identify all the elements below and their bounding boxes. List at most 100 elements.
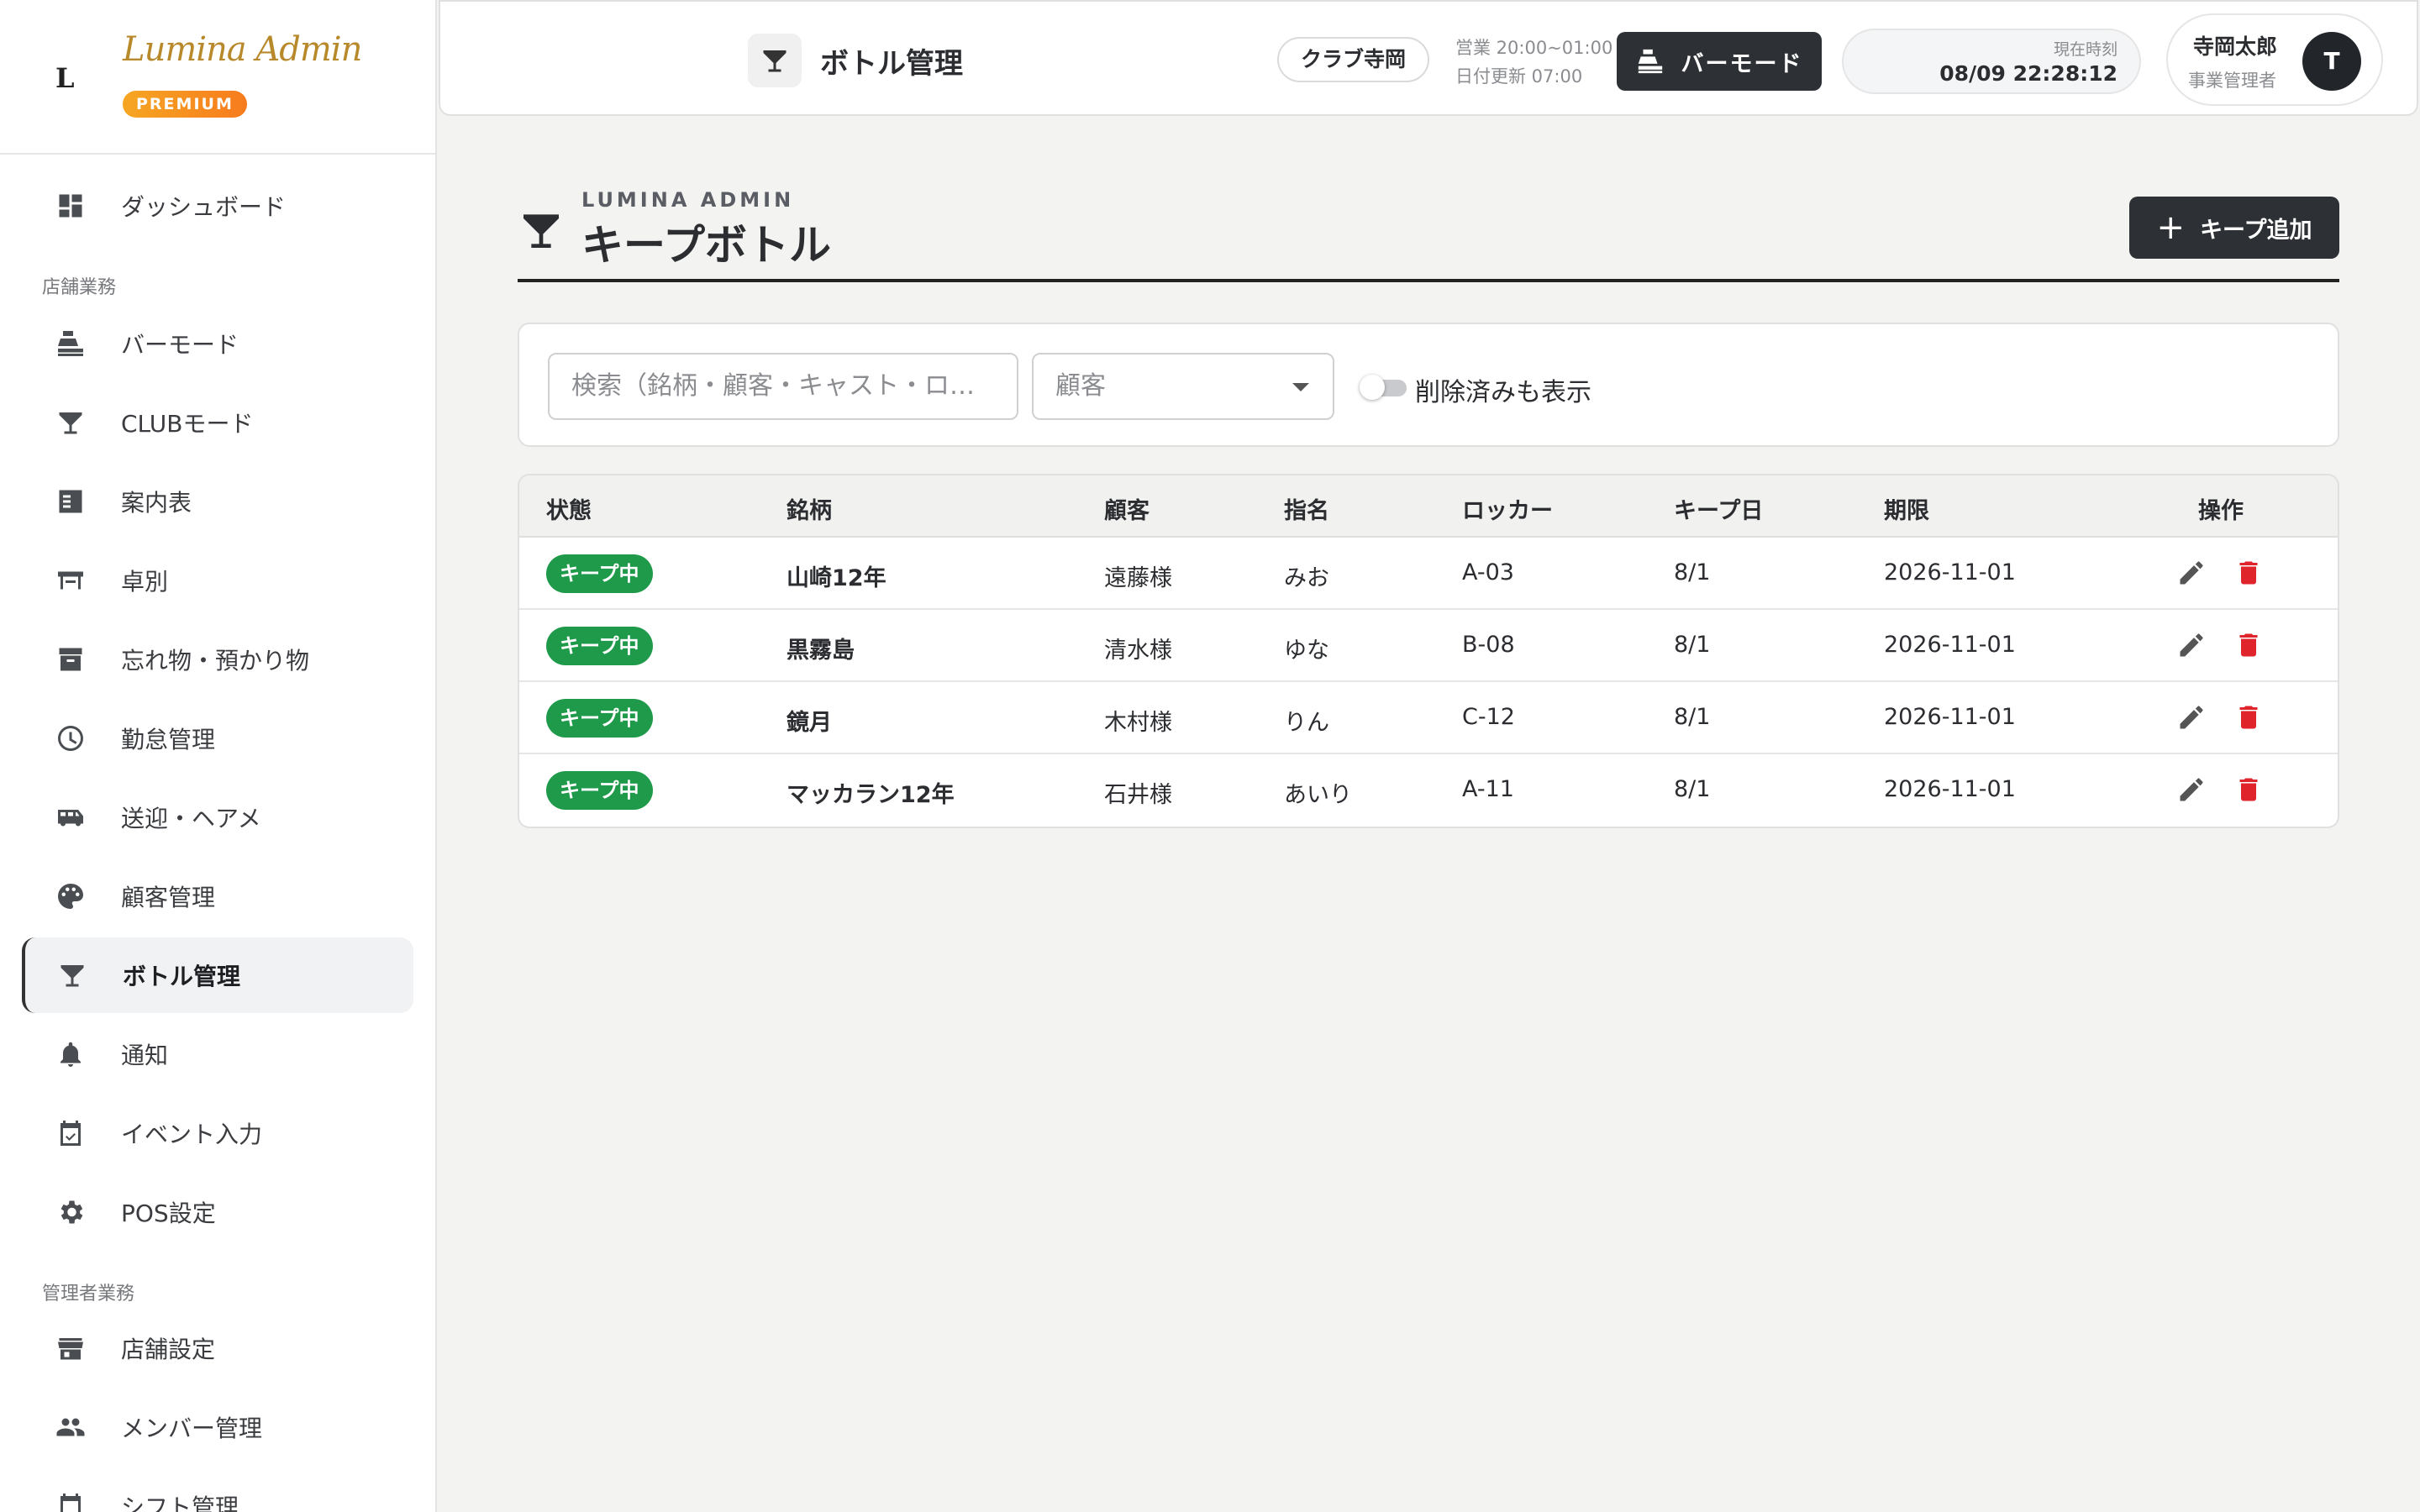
sidebar-item-attendance[interactable]: 勤怠管理 bbox=[24, 701, 415, 776]
sidebar-item-bottles[interactable]: ボトル管理 bbox=[22, 937, 413, 1013]
sidebar-item-label: ダッシュボード bbox=[121, 193, 287, 221]
header-title: ボトル管理 bbox=[820, 47, 963, 81]
calendar-check-icon bbox=[54, 1116, 87, 1150]
show-deleted-label: 削除済みも表示 bbox=[1415, 378, 1591, 407]
sidebar-item-label: 勤怠管理 bbox=[121, 726, 216, 753]
sidebar-item-pos-settings[interactable]: POS設定 bbox=[24, 1174, 415, 1250]
trash-icon[interactable] bbox=[2233, 702, 2267, 736]
col-locker: ロッカー bbox=[1462, 498, 1553, 524]
sidebar-item-lost-found[interactable]: 忘れ物・預かり物 bbox=[24, 622, 415, 697]
col-expiry: 期限 bbox=[1884, 498, 1929, 524]
sidebar-item-members[interactable]: メンバー管理 bbox=[24, 1389, 415, 1465]
customer-select[interactable]: 顧客 bbox=[1032, 353, 1334, 420]
edit-icon[interactable] bbox=[2176, 702, 2210, 736]
cash-register-icon bbox=[1638, 49, 1662, 74]
cell-brand: 山崎12年 bbox=[786, 565, 886, 591]
user-menu[interactable]: 寺岡太郎 事業管理者 T bbox=[2166, 13, 2383, 106]
sidebar-item-store-settings[interactable]: 店舗設定 bbox=[24, 1310, 415, 1386]
edit-icon[interactable] bbox=[2176, 558, 2210, 591]
sidebar-item-notifications[interactable]: 通知 bbox=[24, 1016, 415, 1092]
cell-cast: りん bbox=[1284, 710, 1329, 736]
cell-brand: 鏡月 bbox=[786, 710, 832, 736]
user-role: 事業管理者 bbox=[2188, 71, 2276, 91]
hours-text: 営業 20:00~01:00 bbox=[1455, 38, 1613, 58]
page-title: キープボトル bbox=[581, 221, 831, 270]
calendar-icon bbox=[54, 1489, 87, 1512]
sidebar-item-label: CLUBモード bbox=[121, 410, 254, 438]
search-input[interactable]: 検索（銘柄・顧客・キャスト・ロ… bbox=[548, 353, 1018, 420]
cell-locker: B-08 bbox=[1462, 632, 1515, 658]
premium-badge: PREMIUM bbox=[123, 91, 247, 118]
bell-icon bbox=[54, 1037, 87, 1071]
cocktail-glass-icon bbox=[518, 207, 565, 254]
sidebar-item-label: 店舗設定 bbox=[121, 1336, 216, 1363]
trash-icon[interactable] bbox=[2233, 558, 2267, 591]
table-row: キープ中 マッカラン12年 石井様 あいり A-11 8/1 2026-11-0… bbox=[519, 754, 2338, 827]
sidebar-item-label: 忘れ物・預かり物 bbox=[121, 647, 310, 675]
trash-icon[interactable] bbox=[2233, 630, 2267, 664]
user-name: 寺岡太郎 bbox=[2193, 34, 2278, 59]
col-customer: 顧客 bbox=[1104, 498, 1150, 524]
clock-icon bbox=[54, 722, 87, 755]
sidebar-item-transport[interactable]: 送迎・ヘアメ bbox=[24, 780, 415, 855]
cell-customer: 石井様 bbox=[1104, 782, 1172, 808]
cash-register-icon bbox=[54, 327, 87, 360]
table-icon bbox=[54, 564, 87, 597]
sidebar-item-label: ボトル管理 bbox=[123, 963, 241, 990]
dashboard-icon bbox=[54, 189, 87, 223]
sidebar-item-club-mode[interactable]: CLUBモード bbox=[24, 385, 415, 460]
col-cast: 指名 bbox=[1284, 498, 1329, 524]
bus-icon bbox=[54, 801, 87, 834]
add-keep-button[interactable]: + キープ追加 bbox=[2129, 197, 2339, 259]
page-kicker: LUMINA ADMIN bbox=[581, 188, 795, 212]
col-brand: 銘柄 bbox=[786, 498, 832, 524]
store-icon bbox=[54, 1331, 87, 1365]
table-row: キープ中 鏡月 木村様 りん C-12 8/1 2026-11-01 bbox=[519, 682, 2338, 754]
col-keep-date: キープ日 bbox=[1674, 498, 1764, 524]
cell-locker: A-03 bbox=[1462, 559, 1514, 585]
cell-locker: C-12 bbox=[1462, 704, 1515, 730]
sidebar-item-dashboard[interactable]: ダッシュボード bbox=[24, 168, 415, 244]
date-change-text: 日付更新 07:00 bbox=[1455, 66, 1583, 87]
sidebar-item-label: 顧客管理 bbox=[121, 884, 216, 911]
sidebar-item-customers[interactable]: 顧客管理 bbox=[24, 858, 415, 934]
cell-cast: みお bbox=[1284, 565, 1329, 591]
store-selector[interactable]: クラブ寺岡 bbox=[1277, 37, 1430, 82]
cell-brand: マッカラン12年 bbox=[786, 782, 955, 808]
table-header: 状態 銘柄 顧客 指名 ロッカー キープ日 期限 操作 bbox=[519, 475, 2338, 538]
edit-icon[interactable] bbox=[2176, 630, 2210, 664]
table-row: キープ中 山崎12年 遠藤様 みお A-03 8/1 2026-11-01 bbox=[519, 538, 2338, 610]
cell-cast: ゆな bbox=[1284, 638, 1329, 664]
cell-keep-date: 8/1 bbox=[1674, 632, 1711, 658]
cell-customer: 清水様 bbox=[1104, 638, 1172, 664]
sidebar: L Lumina Admin PREMIUM ダッシュボード 店舗業務 バーモー… bbox=[0, 0, 437, 1512]
business-hours: 営業 20:00~01:00 日付更新 07:00 bbox=[1455, 34, 1612, 91]
cell-cast: あいり bbox=[1284, 782, 1352, 808]
trash-icon[interactable] bbox=[2233, 774, 2267, 808]
bar-mode-button[interactable]: バーモード bbox=[1617, 32, 1822, 91]
table-row: キープ中 黒霧島 清水様 ゆな B-08 8/1 2026-11-01 bbox=[519, 610, 2338, 682]
sidebar-item-bar-mode[interactable]: バーモード bbox=[24, 306, 415, 381]
cocktail-glass-icon bbox=[748, 34, 802, 87]
sidebar-item-by-table[interactable]: 卓別 bbox=[24, 543, 415, 618]
sidebar-item-guide-sheet[interactable]: 案内表 bbox=[24, 464, 415, 539]
cell-keep-date: 8/1 bbox=[1674, 776, 1711, 802]
sidebar-item-label: シフト管理 bbox=[121, 1494, 239, 1512]
nav-section-admin: 管理者業務 bbox=[42, 1284, 135, 1305]
gear-icon bbox=[54, 1195, 87, 1229]
cocktail-glass-icon bbox=[55, 958, 89, 992]
col-actions: 操作 bbox=[2198, 498, 2244, 524]
sidebar-item-shifts[interactable]: シフト管理 bbox=[24, 1468, 415, 1512]
sidebar-item-label: 送迎・ヘアメ bbox=[121, 805, 261, 832]
filter-bar: 検索（銘柄・顧客・キャスト・ロ… 顧客 削除済みも表示 bbox=[518, 323, 2339, 447]
show-deleted-toggle[interactable] bbox=[1360, 375, 1407, 400]
edit-icon[interactable] bbox=[2176, 774, 2210, 808]
avatar[interactable]: T bbox=[2302, 32, 2361, 91]
sidebar-item-label: POS設定 bbox=[121, 1200, 216, 1227]
sidebar-item-event-input[interactable]: イベント入力 bbox=[24, 1095, 415, 1171]
checklist-icon bbox=[54, 485, 87, 518]
plus-icon: + bbox=[2156, 208, 2186, 247]
sidebar-item-label: 卓別 bbox=[121, 568, 169, 596]
people-icon bbox=[54, 1410, 87, 1444]
current-time: 現在時刻 08/09 22:28:12 bbox=[1842, 29, 2141, 94]
